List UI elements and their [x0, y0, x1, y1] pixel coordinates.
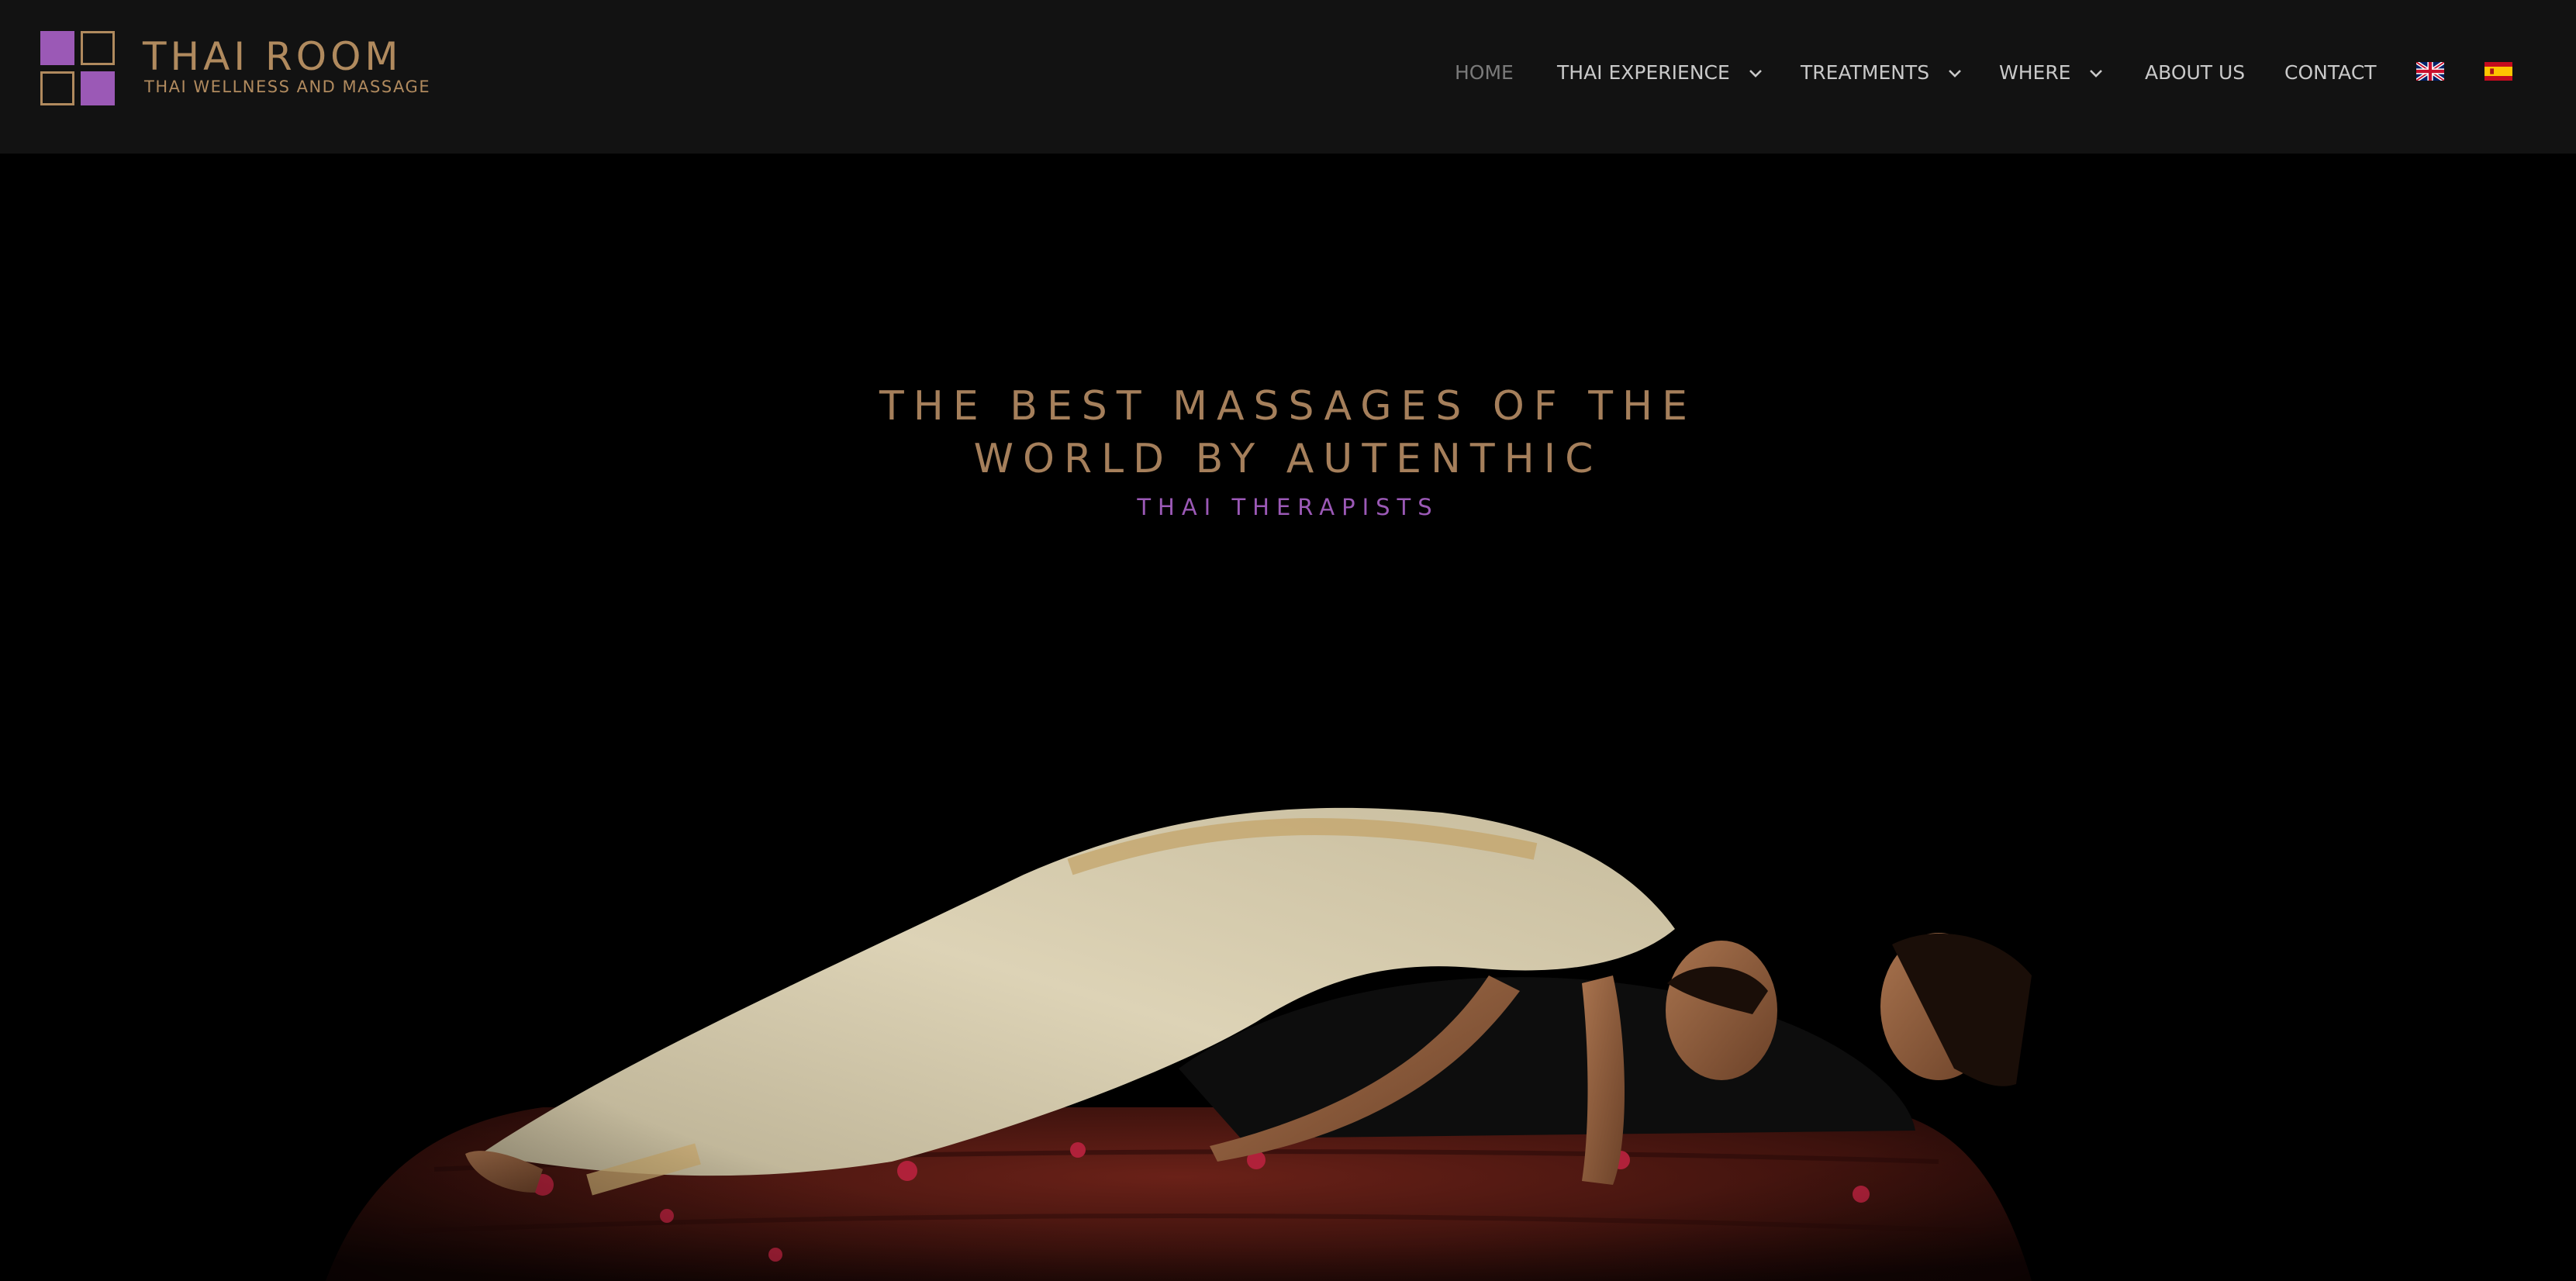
thai-massage-photo — [0, 154, 2576, 1281]
nav-item-treatments[interactable]: TREATMENTS — [1801, 59, 1962, 87]
chevron-down-icon — [2090, 70, 2103, 78]
chevron-down-icon — [1949, 70, 1961, 78]
nav-item-label: TREATMENTS — [1801, 61, 1930, 84]
hero-section: THE BEST MASSAGES OF THE WORLD BY AUTENT… — [0, 154, 2576, 1281]
hero-subtitle: THAI THERAPISTS — [1137, 494, 1439, 520]
nav-item-label: ABOUT US — [2145, 61, 2246, 84]
hero-title-line-1: THE BEST MASSAGES OF THE — [879, 383, 1697, 430]
nav-item-label: HOME — [1455, 61, 1514, 84]
site-header: THAI ROOM THAI WELLNESS AND MASSAGE HOME… — [0, 0, 2576, 154]
chevron-down-icon — [1749, 70, 1762, 78]
nav-item-label: CONTACT — [2284, 61, 2377, 84]
nav-item-label: THAI EXPERIENCE — [1557, 61, 1730, 84]
nav-item-about-us[interactable]: ABOUT US — [2145, 59, 2245, 87]
nav-item-where[interactable]: WHERE — [1999, 59, 2103, 87]
hero-title-line-2: WORLD BY AUTENTHIC — [973, 436, 1603, 482]
spain-flag-icon[interactable] — [2484, 62, 2512, 81]
nav-item-thai-experience[interactable]: THAI EXPERIENCE — [1557, 59, 1763, 87]
nav-item-label: WHERE — [1999, 61, 2071, 84]
uk-flag-icon[interactable] — [2416, 62, 2444, 81]
nav-item-home[interactable]: HOME — [1455, 59, 1514, 87]
main-nav: HOME THAI EXPERIENCE TREATMENTS WHERE AB… — [0, 59, 2576, 90]
nav-item-contact[interactable]: CONTACT — [2284, 59, 2377, 87]
